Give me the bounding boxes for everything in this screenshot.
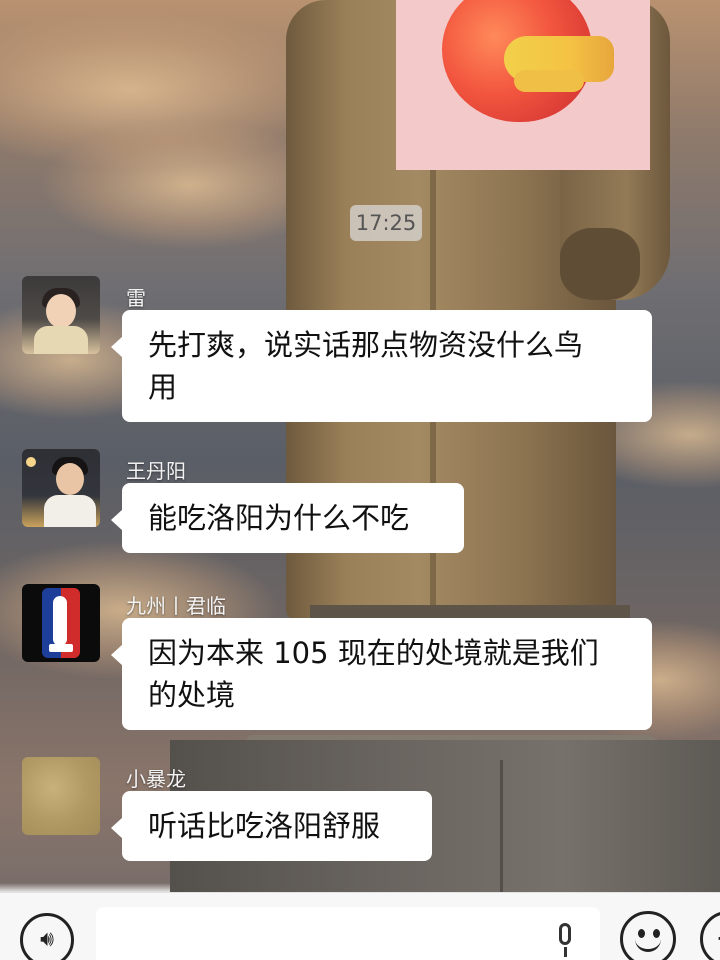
message-bubble[interactable]: 先打爽，说实话那点物资没什么鸟 用 [111,310,652,422]
message-text: 先打爽，说实话那点物资没什么鸟 [148,328,584,362]
microphone-icon[interactable] [554,923,576,960]
message-bubble[interactable]: 听话比吃洛阳舒服 [111,791,432,861]
message-bubble[interactable]: 因为本来 105 现在的处境就是我们 的处境 [111,618,652,730]
message-bubble[interactable]: 能吃洛阳为什么不吃 [111,483,464,553]
message-text: 的处境 [148,678,236,712]
message-timestamp: 17:25 [350,205,422,241]
voice-wave-icon[interactable]: 🔊︎ [20,913,74,960]
chat-input-bar: 🔊︎ + [0,892,720,960]
sender-name: 雷 [126,286,146,310]
plus-icon[interactable]: + [700,911,720,960]
avatar[interactable] [22,449,100,527]
message-text: 能吃洛阳为什么不吃 [148,501,410,535]
message-text: 用 [148,370,178,404]
sender-name: 小暴龙 [126,767,186,791]
avatar[interactable] [22,276,100,354]
sticker-image[interactable] [396,0,650,170]
message-input[interactable] [96,907,600,960]
avatar[interactable] [22,757,100,835]
message-text: 因为本来 105 现在的处境就是我们 [148,636,599,670]
avatar[interactable] [22,584,100,662]
smiley-face-icon[interactable] [620,911,676,960]
sender-name: 王丹阳 [126,459,186,483]
sender-name: 九州丨君临 [126,594,226,618]
message-text: 听话比吃洛阳舒服 [148,809,381,843]
